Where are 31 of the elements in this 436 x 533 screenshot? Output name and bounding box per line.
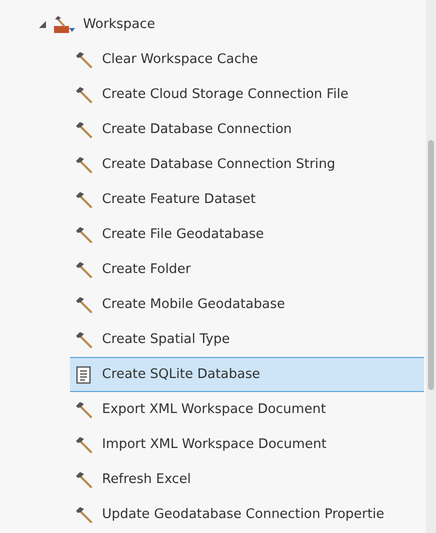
hammer-icon bbox=[74, 84, 94, 104]
hammer-icon bbox=[74, 400, 94, 420]
hammer-icon bbox=[74, 120, 94, 140]
scrollbar-thumb[interactable] bbox=[428, 140, 434, 390]
tool-item[interactable]: Create SQLite Database bbox=[70, 357, 424, 392]
tool-item[interactable]: Create Cloud Storage Connection File bbox=[70, 77, 424, 112]
tool-item[interactable]: Import XML Workspace Document bbox=[70, 427, 424, 462]
hammer-icon bbox=[74, 260, 94, 280]
tool-item[interactable]: Create Spatial Type bbox=[70, 322, 424, 357]
hammer-icon bbox=[74, 224, 94, 244]
tree-item[interactable]: Workspace bbox=[83, 17, 156, 32]
tool-item[interactable]: Create Folder bbox=[70, 252, 424, 287]
tool-item[interactable]: Create Feature Dataset bbox=[70, 182, 424, 217]
tool-item[interactable]: Create File Geodatabase bbox=[70, 217, 424, 252]
tool-item[interactable]: Export XML Workspace Document bbox=[70, 392, 424, 427]
tool-item[interactable]: Refresh Excel bbox=[70, 462, 424, 497]
hammer-icon bbox=[74, 50, 94, 70]
tool-item[interactable]: Update Geodatabase Connection Propertie bbox=[70, 497, 424, 532]
tool-item[interactable]: Create Database Connection String bbox=[70, 147, 424, 182]
hammer-icon bbox=[74, 294, 94, 314]
toolbox-icon bbox=[53, 14, 77, 34]
hammer-icon bbox=[74, 504, 94, 524]
hammer-icon bbox=[74, 190, 94, 210]
hammer-icon bbox=[74, 434, 94, 454]
tool-item[interactable]: Create Database Connection bbox=[70, 112, 424, 147]
hammer-icon bbox=[74, 330, 94, 350]
tool-item[interactable]: Clear Workspace Cache bbox=[70, 42, 424, 77]
hammer-icon bbox=[74, 470, 94, 490]
collapse-arrow-icon[interactable] bbox=[38, 20, 47, 29]
hammer-icon bbox=[74, 154, 94, 174]
tool-item[interactable]: Create Mobile Geodatabase bbox=[70, 287, 424, 322]
